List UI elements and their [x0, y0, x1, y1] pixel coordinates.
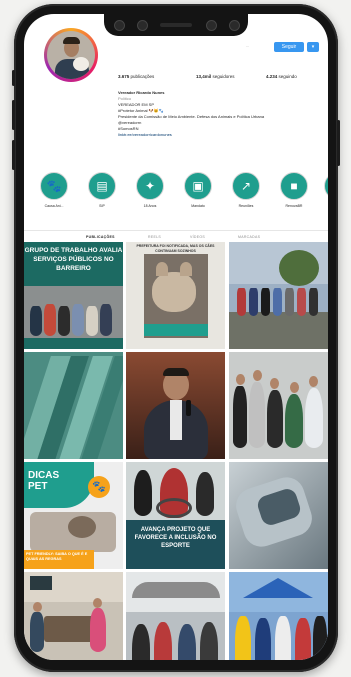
post-tile[interactable] — [229, 572, 328, 660]
video-icon: ▣ — [184, 172, 212, 200]
post-tile[interactable]: GRUPO DE TRABALHO AVALIA SERVIÇOS PÚBLIC… — [24, 242, 123, 349]
post-tile[interactable] — [24, 352, 123, 459]
speaker-grille — [160, 23, 192, 27]
sensor-right-icon — [206, 20, 217, 31]
camera-icon: ■ — [280, 172, 308, 200]
suggested-dropdown-button[interactable]: ▾ — [307, 42, 319, 52]
document-icon: ▤ — [88, 172, 116, 200]
highlight-18-anos[interactable]: ✦ 18 Anos — [130, 172, 170, 208]
post-tile[interactable] — [229, 242, 328, 349]
post-tile[interactable]: AVANÇA PROJETO QUE FAVORECE A INCLUSÃO N… — [126, 462, 225, 569]
highlight-sip[interactable]: ▤ SIP — [82, 172, 122, 208]
face-id-icon — [229, 20, 240, 31]
followers-stat[interactable]: 13,4mil seguidores — [196, 74, 235, 79]
post-caption: PREFEITURA FOI NOTIFICADA, MAS OS CÃES C… — [136, 244, 215, 253]
post-title: DICAS PET — [28, 470, 60, 492]
highlight-more[interactable] — [318, 172, 328, 200]
story-highlights: 🐾 Causa Ani... ▤ SIP ✦ 18 Anos ▣ Mandato… — [24, 172, 328, 224]
lightbulb-icon: ✦ — [136, 172, 164, 200]
phone-notch — [104, 14, 248, 36]
post-tile[interactable]: PREFEITURA FOI NOTIFICADA, MAS OS CÃES C… — [126, 242, 225, 349]
tab-marcadas[interactable]: MARCADAS — [238, 235, 260, 239]
post-tile[interactable] — [126, 352, 225, 459]
following-stat[interactable]: 4.234 seguindo — [266, 74, 297, 79]
post-title: AVANÇA PROJETO QUE FAVORECE A INCLUSÃO N… — [126, 520, 225, 569]
highlight-mandato[interactable]: ▣ Mandato — [178, 172, 218, 208]
paw-icon: 🐾 — [88, 476, 110, 498]
phone-power-button — [337, 120, 340, 166]
header-ellipsis: ... — [246, 43, 250, 48]
post-tile[interactable]: DICAS PET 🐾 PET FRIENDLY: SAIBA O QUE É … — [24, 462, 123, 569]
post-subtitle: PET FRIENDLY: SAIBA O QUE É E QUAIS AS R… — [24, 550, 94, 569]
tab-publicacoes[interactable]: PUBLICAÇÕES — [86, 235, 115, 239]
bio-link[interactable]: linktr.ee/vereadorricardonunes — [118, 132, 323, 138]
tab-reels[interactable]: REELS — [148, 235, 161, 239]
phone-silent-switch — [12, 70, 15, 86]
highlight-renovabr[interactable]: ■ RenovaBR — [274, 172, 314, 208]
chart-icon: ↗ — [232, 172, 260, 200]
post-tile[interactable] — [24, 572, 123, 660]
profile-bio: Vereador Ricardo Nunes Político VEREADOR… — [118, 90, 323, 138]
circle-icon — [324, 172, 328, 200]
avatar-photo — [47, 31, 95, 79]
post-tile[interactable] — [126, 572, 225, 660]
profile-avatar[interactable] — [44, 28, 98, 82]
phone-screen: ... Seguir ▾ 3.675 publicações 13,4mil s… — [24, 14, 328, 660]
front-camera-icon — [114, 20, 125, 31]
phone-volume-down-button — [12, 140, 15, 170]
highlight-reunioes[interactable]: ↗ Reuniões — [226, 172, 266, 208]
post-tile[interactable] — [229, 352, 328, 459]
phone-volume-up-button — [12, 100, 15, 130]
highlight-causa-animal[interactable]: 🐾 Causa Ani... — [34, 172, 74, 208]
sensor-icon — [137, 20, 148, 31]
post-grid: GRUPO DE TRABALHO AVALIA SERVIÇOS PÚBLIC… — [24, 242, 328, 660]
follow-button[interactable]: Seguir — [274, 42, 304, 52]
posts-stat[interactable]: 3.675 publicações — [118, 74, 154, 79]
post-title: GRUPO DE TRABALHO AVALIA SERVIÇOS PÚBLIC… — [24, 242, 123, 286]
paw-icon: 🐾 — [40, 172, 68, 200]
post-tile[interactable] — [229, 462, 328, 569]
tab-videos[interactable]: VÍDEOS — [190, 235, 205, 239]
